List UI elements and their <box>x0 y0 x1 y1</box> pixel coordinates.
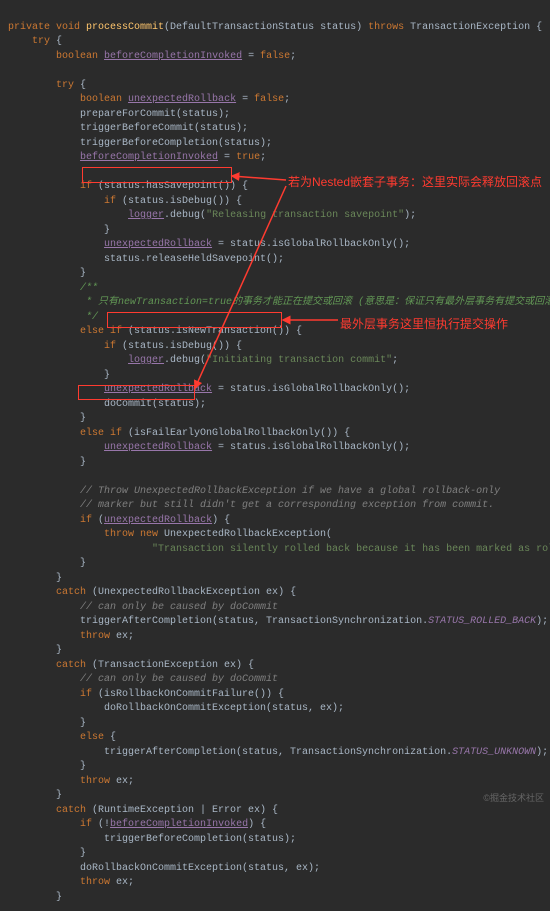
code-line: doRollbackOnCommitException(status, ex); <box>8 863 320 874</box>
code-line: doRollbackOnCommitException(status, ex); <box>8 703 344 714</box>
code-line: logger.debug("Initiating transaction com… <box>8 355 398 366</box>
code-line: triggerBeforeCompletion(status); <box>8 834 296 845</box>
code-line: status.releaseHeldSavepoint(); <box>8 254 284 265</box>
code-line: unexpectedRollback = status.isGlobalRoll… <box>8 384 410 395</box>
code-line: // marker but still didn't get a corresp… <box>8 500 494 511</box>
watermark: ©掘金技术社区 <box>483 791 544 804</box>
code-line: } <box>8 370 110 381</box>
code-line: // Throw UnexpectedRollbackException if … <box>8 486 500 497</box>
code-line: catch (RuntimeException | Error ex) { <box>8 805 278 816</box>
code-line: prepareForCommit(status); <box>8 109 230 120</box>
code-line: unexpectedRollback = status.isGlobalRoll… <box>8 239 410 250</box>
code-line: try { <box>8 36 62 47</box>
code-line: // can only be caused by doCommit <box>8 602 278 613</box>
code-line: if (status.isDebug()) { <box>8 196 242 207</box>
code-line: throw new UnexpectedRollbackException( <box>8 529 332 540</box>
code-line: else if (isFailEarlyOnGlobalRollbackOnly… <box>8 428 350 439</box>
code-line: else if (status.isNewTransaction()) { <box>8 326 302 337</box>
code-line: boolean unexpectedRollback = false; <box>8 94 290 105</box>
code-line: } <box>8 848 86 859</box>
code-line: } <box>8 718 86 729</box>
code-line: private void processCommit(DefaultTransa… <box>8 22 542 33</box>
code-line: throw ex; <box>8 631 134 642</box>
code-line: } <box>8 573 62 584</box>
code-line: triggerAfterCompletion(status, Transacti… <box>8 747 548 758</box>
code-line: } <box>8 558 86 569</box>
code-line: logger.debug("Releasing transaction save… <box>8 210 416 221</box>
code-line: } <box>8 225 110 236</box>
code-line: throw ex; <box>8 776 134 787</box>
code-line: } <box>8 457 86 468</box>
code-line: boolean beforeCompletionInvoked = false; <box>8 51 296 62</box>
code-line: catch (UnexpectedRollbackException ex) { <box>8 587 296 598</box>
code-line: */ <box>8 312 98 323</box>
code-line: else { <box>8 732 116 743</box>
code-line: try { <box>8 80 86 91</box>
code-line: if (status.isDebug()) { <box>8 341 242 352</box>
code-line: } <box>8 645 62 656</box>
code-line: * 只有newTransaction=true的事务才能正在提交或回滚 (意思是… <box>8 297 550 308</box>
code-line: } <box>8 268 86 279</box>
code-line: if (isRollbackOnCommitFailure()) { <box>8 689 284 700</box>
code-line: triggerBeforeCompletion(status); <box>8 138 272 149</box>
code-line: catch (TransactionException ex) { <box>8 660 254 671</box>
code-line: } <box>8 892 62 903</box>
code-line: "Transaction silently rolled back becaus… <box>8 544 550 555</box>
code-line: if (unexpectedRollback) { <box>8 515 230 526</box>
code-line: triggerAfterCompletion(status, Transacti… <box>8 616 548 627</box>
annotation-nested: 若为Nested嵌套子事务：这里实际会释放回滚点 <box>288 173 542 190</box>
code-block: private void processCommit(DefaultTransa… <box>0 0 550 911</box>
code-line: } <box>8 413 86 424</box>
code-line: if (!beforeCompletionInvoked) { <box>8 819 266 830</box>
code-line: if (status.hasSavepoint()) { <box>8 181 248 192</box>
code-line: /** <box>8 283 98 294</box>
code-line: } <box>8 790 62 801</box>
code-line: doCommit(status); <box>8 399 206 410</box>
code-line: // can only be caused by doCommit <box>8 674 278 685</box>
annotation-outer: 最外层事务这里恒执行提交操作 <box>340 315 508 332</box>
code-line: unexpectedRollback = status.isGlobalRoll… <box>8 442 410 453</box>
code-line: triggerBeforeCommit(status); <box>8 123 248 134</box>
code-line: } <box>8 761 86 772</box>
code-line: throw ex; <box>8 877 134 888</box>
code-line: beforeCompletionInvoked = true; <box>8 152 266 163</box>
